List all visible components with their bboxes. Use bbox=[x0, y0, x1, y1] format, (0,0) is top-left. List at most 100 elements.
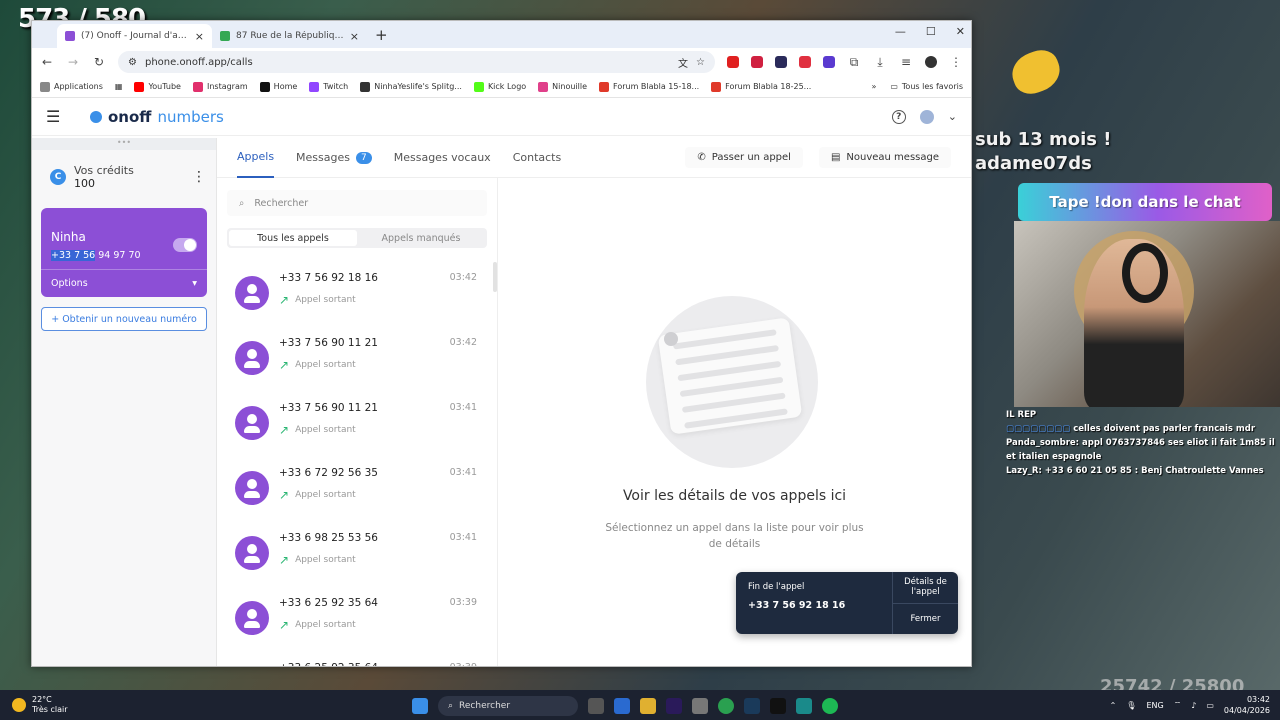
volume-icon[interactable]: ♪ bbox=[1191, 701, 1196, 710]
tiktok-icon[interactable] bbox=[770, 698, 786, 714]
file-explorer-icon[interactable] bbox=[640, 698, 656, 714]
site-info-icon[interactable]: ⚙ bbox=[128, 57, 137, 68]
browser-tab-maps[interactable]: 87 Rue de la République - Goo × bbox=[212, 24, 367, 48]
obs-icon[interactable] bbox=[692, 698, 708, 714]
download-icon[interactable]: ⤓ bbox=[873, 55, 887, 70]
toast-number: +33 7 56 92 18 16 bbox=[748, 600, 846, 611]
search-input[interactable]: ⌕ Rechercher bbox=[227, 190, 487, 216]
call-row[interactable]: +33 6 98 25 53 56 ↗ Appel sortant 03:41 bbox=[227, 520, 487, 585]
weather-temp: 22°C bbox=[32, 695, 52, 704]
clock-date: 04/04/2026 bbox=[1223, 706, 1270, 715]
close-window-icon[interactable]: ✕ bbox=[956, 25, 965, 38]
premiere-icon[interactable] bbox=[666, 698, 682, 714]
extension-icon[interactable] bbox=[775, 56, 787, 68]
filter-missed-calls[interactable]: Appels manqués bbox=[357, 230, 485, 246]
chevron-up-icon[interactable]: ⌃ bbox=[1110, 701, 1117, 710]
copilot-icon[interactable] bbox=[614, 698, 630, 714]
line-toggle[interactable] bbox=[173, 238, 197, 252]
close-tab-icon[interactable]: × bbox=[350, 30, 359, 43]
call-row[interactable]: +33 6 72 92 56 35 ↗ Appel sortant 03:41 bbox=[227, 455, 487, 520]
minimize-icon[interactable]: — bbox=[895, 25, 906, 38]
user-avatar[interactable] bbox=[919, 109, 934, 124]
line-card[interactable]: Ninha +33 7 56 94 97 70 Options ▾ bbox=[41, 208, 207, 297]
sub-alert-line-1: sub 13 mois ! bbox=[975, 129, 1112, 150]
bookmark-forum-18-25[interactable]: Forum Blabla 18-25... bbox=[711, 81, 811, 92]
media-icon[interactable]: ≡ bbox=[899, 55, 913, 69]
bookmark-instagram[interactable]: Instagram bbox=[192, 81, 248, 92]
search-icon: ⌕ bbox=[239, 197, 245, 209]
call-row[interactable]: +33 6 25 92 35 64↗Appel sortant03:39 bbox=[227, 585, 487, 650]
call-row[interactable]: +33 7 56 92 18 16 ↗ Appel sortant 03:42 bbox=[227, 260, 487, 325]
reload-icon[interactable]: ↻ bbox=[92, 55, 106, 69]
clock[interactable]: 03:42 04/04/2026 bbox=[1224, 694, 1270, 716]
opera-extension-icon[interactable] bbox=[727, 56, 739, 68]
bookmark-kick[interactable]: Kick Logo bbox=[473, 81, 526, 92]
menu-kebab-icon[interactable]: ⋮ bbox=[949, 55, 963, 69]
profile-avatar[interactable] bbox=[925, 56, 937, 68]
bookmark-twitch[interactable]: Twitch bbox=[309, 81, 348, 92]
battery-icon[interactable]: ▭ bbox=[1206, 701, 1214, 710]
lang-indicator[interactable]: ENG bbox=[1146, 701, 1163, 710]
bookmark-youtube[interactable]: YouTube bbox=[134, 81, 181, 92]
bookmark-ninouille[interactable]: Ninouille bbox=[538, 81, 587, 92]
tab-contacts[interactable]: Contacts bbox=[513, 138, 562, 178]
browser-tab-onoff[interactable]: (7) Onoff - Journal d'appel × bbox=[57, 24, 212, 48]
bookmark-splitgate[interactable]: NinhaYeslife's Splitg... bbox=[360, 81, 462, 92]
onoff-logo[interactable]: onoff numbers bbox=[90, 108, 224, 126]
task-view-icon[interactable] bbox=[588, 698, 604, 714]
line-options[interactable]: Options ▾ bbox=[41, 269, 207, 297]
close-toast-button[interactable]: Fermer bbox=[893, 602, 958, 635]
apps-grid-icon bbox=[40, 81, 50, 92]
close-tab-icon[interactable]: × bbox=[195, 30, 204, 43]
extension-icon[interactable] bbox=[799, 56, 811, 68]
taskbar-search[interactable]: ⌕ Rechercher bbox=[438, 696, 578, 716]
call-number: +33 6 72 92 56 35 bbox=[279, 467, 378, 479]
new-number-button[interactable]: + Obtenir un nouveau numéro bbox=[41, 307, 207, 331]
outgoing-arrow-icon: ↗ bbox=[279, 618, 290, 632]
call-row[interactable]: +33 7 56 90 11 21 ↗ Appel sortant 03:42 bbox=[227, 325, 487, 390]
translate-icon[interactable]: 文 bbox=[678, 55, 688, 70]
forward-icon[interactable]: → bbox=[66, 55, 80, 69]
windows-start-icon[interactable] bbox=[412, 698, 428, 714]
tab-messages[interactable]: Messages 7 bbox=[296, 138, 372, 178]
shield-extension-icon[interactable] bbox=[823, 56, 835, 68]
jvc-icon bbox=[599, 81, 610, 92]
tab-voicemail[interactable]: Messages vocaux bbox=[394, 138, 491, 178]
streamlabs-icon[interactable] bbox=[796, 698, 812, 714]
chat-user: Panda_sombre bbox=[1006, 438, 1076, 448]
search-placeholder: Rechercher bbox=[254, 197, 309, 209]
spotify-icon[interactable] bbox=[822, 698, 838, 714]
bookmark-star-icon[interactable]: ☆ bbox=[696, 57, 705, 68]
bookmark-applications[interactable]: Applications bbox=[40, 81, 103, 92]
more-bookmarks-icon[interactable]: » bbox=[871, 82, 876, 91]
credits-menu-icon[interactable]: ⋮ bbox=[192, 169, 206, 185]
bookmark-home[interactable]: Home bbox=[259, 81, 297, 92]
line-phone: +33 7 56 94 97 70 bbox=[51, 250, 197, 261]
weather-widget[interactable]: 22°C Très clair bbox=[0, 695, 68, 715]
tab-calls[interactable]: Appels bbox=[237, 138, 275, 178]
bookmark-grid[interactable]: ▦ bbox=[115, 82, 123, 91]
call-row[interactable]: +33 6 25 92 35 64↗Appel sortant03:39 bbox=[227, 650, 487, 666]
call-row[interactable]: +33 7 56 90 11 21 ↗ Appel sortant 03:41 bbox=[227, 390, 487, 455]
back-icon[interactable]: ← bbox=[40, 55, 54, 69]
chevron-down-icon[interactable]: ⌄ bbox=[948, 110, 957, 123]
new-message-button[interactable]: ▤ Nouveau message bbox=[818, 147, 951, 168]
steam-icon[interactable] bbox=[744, 698, 760, 714]
call-details-button[interactable]: Détails de l'appel bbox=[893, 572, 958, 603]
bookmark-forum-15-18[interactable]: Forum Blabla 15-18... bbox=[599, 81, 699, 92]
jvc-icon bbox=[711, 81, 722, 92]
maximize-icon[interactable]: ☐ bbox=[926, 25, 936, 38]
extension-350-icon[interactable] bbox=[751, 56, 763, 68]
help-icon[interactable]: ? bbox=[891, 109, 906, 124]
filter-all-calls[interactable]: Tous les appels bbox=[229, 230, 357, 246]
new-tab-icon[interactable]: + bbox=[367, 26, 396, 48]
wifi-icon[interactable]: ⌔ bbox=[1174, 700, 1182, 710]
all-bookmarks[interactable]: ▭ Tous les favoris bbox=[890, 82, 963, 91]
hamburger-menu-icon[interactable]: ☰ bbox=[46, 107, 76, 126]
microphone-icon[interactable]: 🎙 bbox=[1126, 701, 1136, 710]
url-bar[interactable]: ⚙ phone.onoff.app/calls 文 ☆ bbox=[118, 51, 715, 73]
make-call-button[interactable]: ✆ Passer un appel bbox=[685, 147, 803, 168]
chrome-icon[interactable] bbox=[718, 698, 734, 714]
extensions-puzzle-icon[interactable]: ⧉ bbox=[847, 55, 861, 70]
drag-handle[interactable]: ••• bbox=[32, 138, 216, 150]
